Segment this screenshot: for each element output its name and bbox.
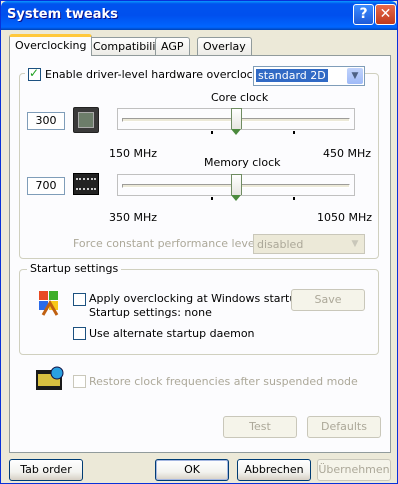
core-clock-max: 450 MHz <box>323 147 372 160</box>
force-performance-value: disabled <box>257 238 304 251</box>
memory-clock-max: 1050 MHz <box>317 211 373 224</box>
alternate-daemon-label: Use alternate startup daemon <box>89 327 255 340</box>
force-performance-select[interactable]: disabled ▼ <box>253 234 365 254</box>
core-clock-thumb[interactable] <box>230 108 242 135</box>
core-clock-slider[interactable] <box>117 108 355 135</box>
chevron-down-icon[interactable]: ▼ <box>347 236 363 252</box>
clock-mode-value: standard 2D <box>256 69 328 82</box>
core-clock-title: Core clock <box>211 91 269 104</box>
enable-overclock-label: Enable driver-level hardware overclockin… <box>45 68 277 81</box>
slider-tick <box>293 131 295 134</box>
tab-label: Overclocking <box>15 39 87 52</box>
memory-clock-slider[interactable] <box>117 174 355 201</box>
tab-order-button[interactable]: Tab order <box>9 459 83 481</box>
chevron-down-icon[interactable]: ▼ <box>347 68 363 84</box>
restore-clock-icon <box>35 365 67 393</box>
slider-tick <box>211 197 213 200</box>
restore-clock-label: Restore clock frequencies after suspende… <box>89 375 358 388</box>
startup-group-label: Startup settings <box>27 262 122 275</box>
tab-agp[interactable]: AGP <box>155 37 190 55</box>
ok-button[interactable]: OK <box>155 459 229 481</box>
enable-overclock-row: Enable driver-level hardware overclockin… <box>25 65 277 85</box>
window-title: System tweaks <box>7 7 118 22</box>
memory-clock-min: 350 MHz <box>109 211 158 224</box>
defaults-button[interactable]: Defaults <box>307 416 381 438</box>
tab-overlay[interactable]: Overlay <box>197 37 252 55</box>
title-bar[interactable]: System tweaks ? ✕ <box>1 1 397 30</box>
memory-clock-thumb[interactable] <box>230 174 242 201</box>
memory-clock-title: Memory clock <box>204 156 281 169</box>
slider-tick <box>293 197 295 200</box>
restore-clock-checkbox[interactable] <box>73 375 86 388</box>
apply-button[interactable]: Übernehmen <box>317 459 391 481</box>
core-clock-value[interactable]: 300 <box>27 112 65 130</box>
memory-chip-icon <box>73 173 99 195</box>
startup-settings-status: Startup settings: none <box>89 306 212 319</box>
save-button[interactable]: Save <box>291 289 365 311</box>
help-button[interactable]: ? <box>353 4 374 25</box>
close-button[interactable]: ✕ <box>375 4 396 25</box>
system-tweaks-window: System tweaks ? ✕ Overclocking Compatibi… <box>0 0 398 484</box>
tab-label: Overlay <box>203 40 246 53</box>
memory-clock-value[interactable]: 700 <box>27 177 65 195</box>
test-button[interactable]: Test <box>223 416 297 438</box>
apply-at-startup-label: Apply overclocking at Windows startup <box>89 292 304 305</box>
close-icon: ✕ <box>379 6 392 22</box>
force-performance-label: Force constant performance level <box>73 237 258 250</box>
help-icon: ? <box>359 6 368 22</box>
alternate-daemon-checkbox[interactable] <box>73 327 86 340</box>
core-clock-min: 150 MHz <box>109 147 158 160</box>
tab-overclocking[interactable]: Overclocking <box>9 34 93 56</box>
cancel-button[interactable]: Abbrechen <box>237 459 311 481</box>
enable-overclock-checkbox[interactable] <box>28 66 41 81</box>
gpu-chip-icon <box>73 107 99 133</box>
slider-tick <box>211 131 213 134</box>
tab-label: AGP <box>161 40 184 53</box>
apply-at-startup-checkbox[interactable] <box>73 293 86 306</box>
clock-mode-select[interactable]: standard 2D ▼ <box>253 66 365 86</box>
overclocking-group <box>19 73 379 259</box>
startup-wizard-icon <box>37 289 63 316</box>
